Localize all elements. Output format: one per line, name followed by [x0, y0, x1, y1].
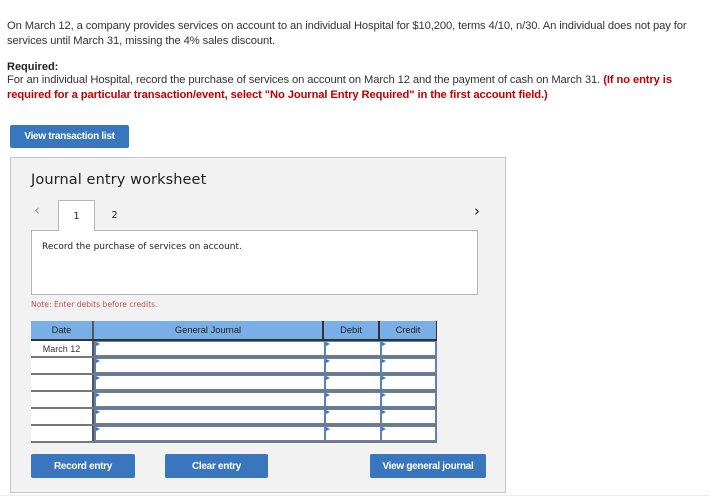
date-cell [31, 392, 94, 407]
account-select[interactable] [94, 375, 324, 390]
entry-description-box [31, 230, 478, 295]
table-row [31, 375, 437, 392]
account-select[interactable] [94, 392, 324, 407]
account-select[interactable] [94, 426, 324, 441]
credit-input[interactable] [380, 426, 437, 441]
required-body: For an individual Hospital, record the p… [7, 74, 604, 86]
chevron-left-icon[interactable]: ‹ [34, 201, 40, 219]
divider [0, 495, 710, 496]
problem-statement: On March 12, a company provides services… [7, 20, 687, 47]
view-transaction-list-button[interactable]: View transaction list [10, 125, 129, 148]
debit-input[interactable] [324, 341, 380, 356]
table-row: March 12 [31, 341, 437, 358]
table-row [31, 426, 437, 443]
entry-description: Record the purchase of services on accou… [42, 242, 242, 252]
date-cell [31, 375, 94, 390]
tab-2[interactable]: 2 [96, 200, 133, 230]
credit-input[interactable] [380, 358, 437, 373]
journal-body: March 12 [31, 341, 437, 443]
chevron-right-icon[interactable]: › [474, 202, 480, 220]
table-row [31, 392, 437, 409]
tab-label: 1 [73, 210, 80, 222]
table-row [31, 409, 437, 426]
clear-entry-button[interactable]: Clear entry [165, 454, 268, 478]
tab-label: 2 [111, 209, 118, 221]
column-header-debit: Debit [324, 321, 380, 339]
tab-1[interactable]: 1 [58, 200, 95, 231]
journal-header-row: Date General Journal Debit Credit [31, 321, 437, 341]
account-select[interactable] [94, 358, 324, 373]
account-select[interactable] [94, 409, 324, 424]
view-general-journal-button[interactable]: View general journal [370, 454, 486, 478]
required-label: Required: [7, 61, 59, 73]
table-row [31, 358, 437, 375]
debit-input[interactable] [324, 375, 380, 390]
journal-table: Date General Journal Debit Credit March … [31, 321, 437, 443]
debits-note: Note: Enter debits before credits. [31, 300, 158, 309]
column-header-date: Date [31, 321, 94, 339]
account-select[interactable] [94, 341, 324, 356]
date-cell [31, 409, 94, 424]
credit-input[interactable] [380, 409, 437, 424]
column-header-general-journal: General Journal [94, 321, 324, 339]
credit-input[interactable] [380, 341, 437, 356]
debit-input[interactable] [324, 409, 380, 424]
date-cell [31, 426, 94, 441]
column-header-credit: Credit [380, 321, 437, 339]
credit-input[interactable] [380, 392, 437, 407]
credit-input[interactable] [380, 375, 437, 390]
date-cell: March 12 [31, 341, 94, 356]
required-text: For an individual Hospital, record the p… [7, 73, 710, 102]
debit-input[interactable] [324, 358, 380, 373]
debit-input[interactable] [324, 392, 380, 407]
record-entry-button[interactable]: Record entry [31, 454, 135, 478]
debit-input[interactable] [324, 426, 380, 441]
date-cell [31, 358, 94, 373]
worksheet-title: Journal entry worksheet [31, 172, 207, 188]
